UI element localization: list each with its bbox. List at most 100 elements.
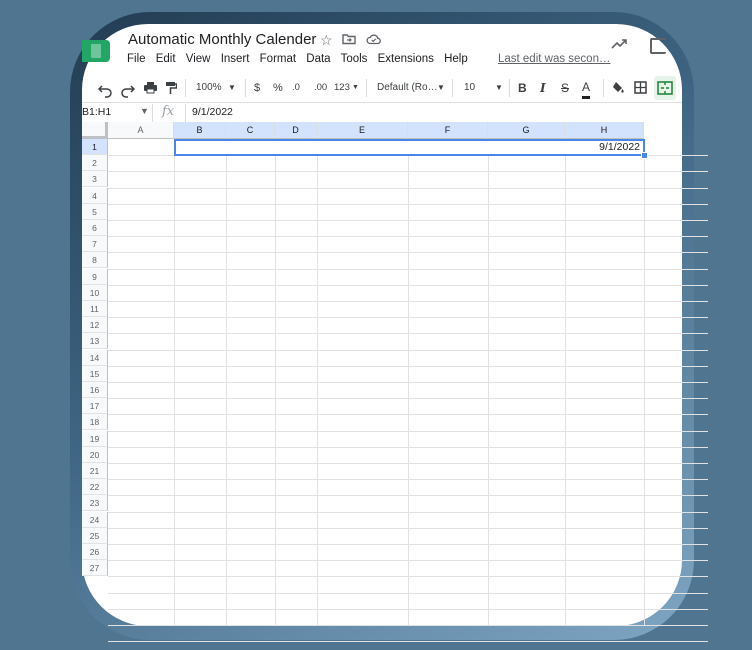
menu-edit[interactable]: Edit bbox=[156, 53, 176, 65]
comments-icon[interactable] bbox=[650, 38, 666, 54]
row-header-14[interactable]: 14 bbox=[82, 349, 108, 366]
name-box[interactable]: B1:H1 bbox=[82, 106, 111, 118]
row-header-1[interactable]: 1 bbox=[82, 139, 108, 155]
redo-icon[interactable] bbox=[121, 76, 136, 100]
toolbar: 100% ▼ $ % .0 .00 123 ▼ Default (Ro… ▼ 1… bbox=[82, 76, 682, 100]
select-all-corner[interactable] bbox=[82, 122, 108, 139]
menu-help[interactable]: Help bbox=[444, 53, 468, 65]
row-header-13[interactable]: 13 bbox=[82, 333, 108, 350]
grid-line bbox=[108, 333, 708, 335]
currency-format-button[interactable]: $ bbox=[254, 76, 260, 100]
menu-insert[interactable]: Insert bbox=[221, 53, 250, 65]
menu-view[interactable]: View bbox=[186, 53, 211, 65]
merge-cells-icon[interactable] bbox=[654, 76, 676, 100]
star-icon[interactable]: ☆ bbox=[320, 32, 333, 48]
row-header-3[interactable]: 3 bbox=[82, 171, 108, 188]
row-header-19[interactable]: 19 bbox=[82, 430, 108, 447]
cloud-saved-icon[interactable] bbox=[366, 32, 381, 48]
font-select[interactable]: Default (Ro… bbox=[377, 76, 438, 100]
bold-button[interactable]: B bbox=[518, 76, 527, 100]
grid-line bbox=[108, 349, 708, 351]
menu-format[interactable]: Format bbox=[260, 53, 296, 65]
fill-color-icon[interactable] bbox=[611, 76, 625, 100]
grid-line bbox=[108, 511, 708, 513]
row-header-9[interactable]: 9 bbox=[82, 268, 108, 285]
row-header-23[interactable]: 23 bbox=[82, 495, 108, 512]
increase-decimal-button[interactable]: .00 bbox=[314, 76, 327, 100]
row-header-17[interactable]: 17 bbox=[82, 398, 108, 415]
column-header-d[interactable]: D bbox=[275, 122, 317, 139]
grid-line bbox=[108, 398, 708, 400]
document-title[interactable]: Automatic Monthly Calender bbox=[128, 31, 316, 48]
spreadsheet-grid[interactable]: A B C D E F G H 1 2 3 4 5 6 7 8 9 10 11 12 13 14 15 16 17 18 19 20 2… bbox=[82, 122, 708, 643]
text-color-button[interactable]: A bbox=[582, 78, 591, 99]
font-size-select[interactable]: 10 bbox=[464, 76, 475, 100]
row-header-4[interactable]: 4 bbox=[82, 187, 108, 204]
grid-line bbox=[108, 446, 708, 448]
row-header-20[interactable]: 20 bbox=[82, 446, 108, 463]
zoom-chevron-down-icon[interactable]: ▼ bbox=[228, 76, 236, 100]
menu-tools[interactable]: Tools bbox=[341, 53, 368, 65]
formula-bar: B1:H1 ▼ fx 9/1/2022 bbox=[82, 102, 682, 123]
row-header-18[interactable]: 18 bbox=[82, 414, 108, 431]
column-header-b[interactable]: B bbox=[174, 122, 226, 139]
grid-line bbox=[108, 479, 708, 481]
row-header-21[interactable]: 21 bbox=[82, 463, 108, 479]
column-header-e[interactable]: E bbox=[317, 122, 408, 139]
grid-line bbox=[108, 252, 708, 254]
italic-button[interactable]: I bbox=[540, 76, 546, 100]
menu-data[interactable]: Data bbox=[306, 53, 330, 65]
row-header-16[interactable]: 16 bbox=[82, 382, 108, 398]
column-header-a[interactable]: A bbox=[108, 122, 174, 139]
row-header-25[interactable]: 25 bbox=[82, 527, 108, 544]
row-header-5[interactable]: 5 bbox=[82, 203, 108, 220]
grid-line bbox=[108, 641, 708, 643]
strikethrough-button[interactable]: S bbox=[561, 76, 569, 100]
row-header-12[interactable]: 12 bbox=[82, 317, 108, 334]
grid-line bbox=[108, 171, 708, 173]
row-header-11[interactable]: 11 bbox=[82, 301, 108, 317]
more-formats-chevron-down-icon[interactable]: ▼ bbox=[352, 76, 359, 100]
row-header-8[interactable]: 8 bbox=[82, 252, 108, 269]
more-formats-button[interactable]: 123 bbox=[334, 76, 350, 100]
percent-format-button[interactable]: % bbox=[273, 76, 283, 100]
print-icon[interactable] bbox=[143, 76, 158, 100]
row-header-26[interactable]: 26 bbox=[82, 544, 108, 560]
grid-line bbox=[108, 236, 708, 238]
grid-line bbox=[108, 203, 708, 205]
last-edit-link[interactable]: Last edit was secon… bbox=[498, 53, 611, 65]
column-header-f[interactable]: F bbox=[408, 122, 488, 139]
grid-line bbox=[108, 592, 708, 594]
font-size-chevron-down-icon[interactable]: ▼ bbox=[495, 76, 503, 100]
row-header-10[interactable]: 10 bbox=[82, 284, 108, 301]
sheets-logo-icon[interactable] bbox=[82, 40, 110, 62]
name-box-chevron-down-icon[interactable]: ▼ bbox=[140, 106, 149, 116]
borders-icon[interactable] bbox=[634, 76, 647, 100]
undo-icon[interactable] bbox=[97, 76, 112, 100]
row-header-6[interactable]: 6 bbox=[82, 220, 108, 236]
menu-extensions[interactable]: Extensions bbox=[378, 53, 434, 65]
row-header-24[interactable]: 24 bbox=[82, 511, 108, 528]
formula-input[interactable]: 9/1/2022 bbox=[192, 106, 233, 118]
column-header-g[interactable]: G bbox=[488, 122, 565, 139]
zoom-select[interactable]: 100% bbox=[196, 76, 222, 100]
column-header-h[interactable]: H bbox=[565, 122, 644, 139]
grid-line bbox=[108, 414, 708, 416]
activity-trend-icon[interactable] bbox=[611, 37, 629, 55]
grid-line bbox=[108, 463, 708, 464]
row-header-27[interactable]: 27 bbox=[82, 560, 108, 577]
row-header-7[interactable]: 7 bbox=[82, 236, 108, 253]
row-header-22[interactable]: 22 bbox=[82, 479, 108, 496]
grid-line bbox=[108, 430, 708, 432]
menu-file[interactable]: File bbox=[127, 53, 146, 65]
grid-line bbox=[108, 527, 708, 529]
paint-format-icon[interactable] bbox=[165, 76, 178, 100]
row-header-2[interactable]: 2 bbox=[82, 155, 108, 172]
decrease-decimal-button[interactable]: .0 bbox=[292, 76, 300, 100]
grid-line bbox=[108, 560, 708, 562]
move-folder-icon[interactable] bbox=[342, 32, 356, 48]
fill-handle[interactable] bbox=[641, 152, 648, 160]
font-chevron-down-icon[interactable]: ▼ bbox=[437, 76, 445, 100]
row-header-15[interactable]: 15 bbox=[82, 365, 108, 382]
column-header-c[interactable]: C bbox=[226, 122, 275, 139]
